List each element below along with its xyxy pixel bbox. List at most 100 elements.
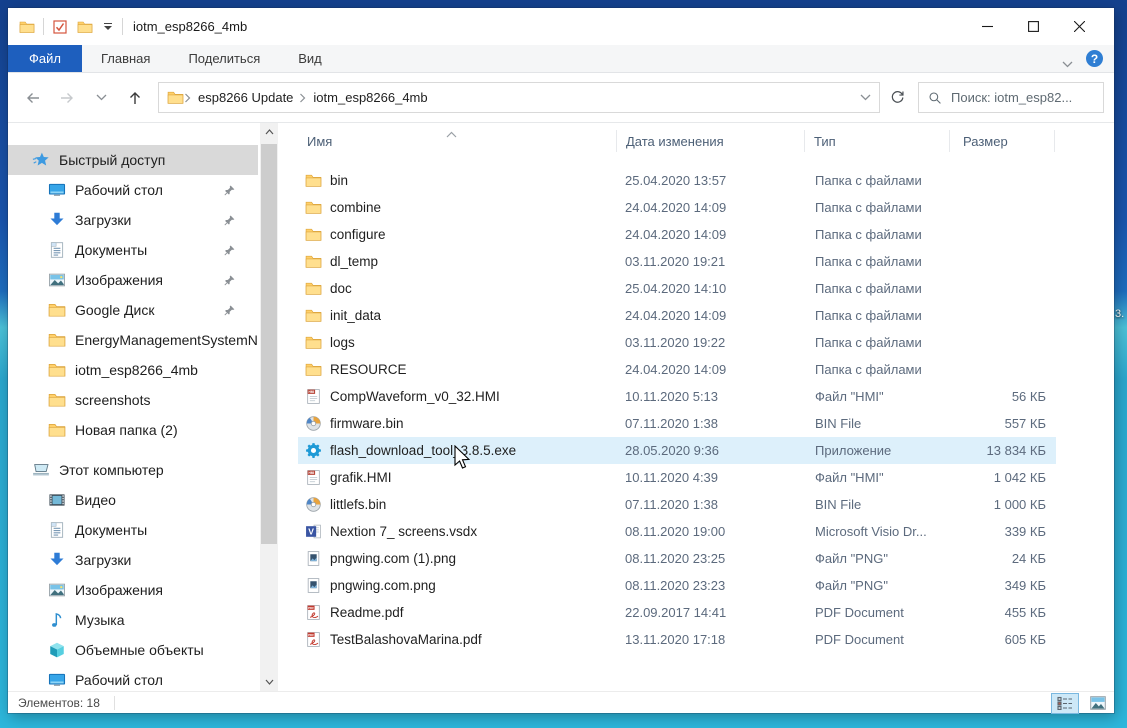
file-type: Файл "HMI" — [815, 389, 955, 404]
scrollbar-thumb[interactable] — [261, 144, 277, 544]
sidebar-item-label: Изображения — [75, 272, 163, 288]
scroll-down-icon[interactable] — [260, 673, 278, 691]
file-row[interactable]: pngwing.com.png08.11.2020 23:23Файл "PNG… — [298, 572, 1056, 599]
breadcrumb-item[interactable]: iotm_esp8266_4mb — [307, 90, 433, 105]
file-row[interactable]: logs03.11.2020 19:22Папка с файлами — [298, 329, 1056, 356]
sidebar-item[interactable]: Изображения — [8, 575, 258, 605]
pin-icon — [223, 304, 236, 317]
file-name: dl_temp — [330, 254, 378, 269]
file-row[interactable]: RESOURCE24.04.2020 14:09Папка с файлами — [298, 356, 1056, 383]
up-button[interactable] — [120, 83, 150, 113]
sidebar-item-label: Документы — [75, 522, 147, 538]
breadcrumb-item[interactable]: esp8266 Update — [192, 90, 299, 105]
sidebar-item-label: Новая папка (2) — [75, 422, 178, 438]
file-name: configure — [330, 227, 386, 242]
desktop-icon — [48, 181, 66, 199]
sidebar-item[interactable]: Рабочий стол — [8, 665, 258, 691]
sidebar-item[interactable]: Документы — [8, 515, 258, 545]
tab-share[interactable]: Поделиться — [169, 45, 279, 72]
sidebar-item[interactable]: Документы — [8, 235, 258, 265]
file-row[interactable]: PDFReadme.pdf22.09.2017 14:41PDF Documen… — [298, 599, 1056, 626]
sidebar-item[interactable]: Загрузки — [8, 205, 258, 235]
file-row[interactable]: littlefs.bin07.11.2020 1:38BIN File1 000… — [298, 491, 1056, 518]
minimize-button[interactable] — [964, 8, 1010, 45]
file-row[interactable]: HMICompWaveform_v0_32.HMI10.11.2020 5:13… — [298, 383, 1056, 410]
column-header-size[interactable]: Размер — [950, 130, 1055, 152]
tab-file[interactable]: Файл — [8, 45, 82, 72]
file-row[interactable]: init_data24.04.2020 14:09Папка с файлами — [298, 302, 1056, 329]
file-row[interactable]: PDFTestBalashovaMarina.pdf13.11.2020 17:… — [298, 626, 1056, 653]
sidebar-item[interactable]: Видео — [8, 485, 258, 515]
file-name: grafik.HMI — [330, 470, 392, 485]
column-header-date-modified[interactable]: Дата изменения — [617, 130, 805, 152]
file-row[interactable]: dl_temp03.11.2020 19:21Папка с файлами — [298, 248, 1056, 275]
details-view-button[interactable] — [1051, 693, 1079, 714]
cube-icon — [48, 641, 66, 659]
pictures-icon — [48, 271, 66, 289]
file-row[interactable]: doc25.04.2020 14:10Папка с файлами — [298, 275, 1056, 302]
file-date-modified: 08.11.2020 23:25 — [625, 551, 815, 566]
pdf-icon: PDF — [305, 604, 322, 621]
ribbon-collapse-icon[interactable] — [1062, 55, 1073, 62]
refresh-button[interactable] — [880, 82, 914, 113]
search-box[interactable] — [918, 82, 1104, 113]
sidebar-item[interactable]: Рабочий стол — [8, 175, 258, 205]
thumbnail-view-button[interactable] — [1084, 693, 1112, 714]
file-type: Папка с файлами — [815, 308, 955, 323]
address-dropdown-icon[interactable] — [853, 94, 877, 101]
tab-view[interactable]: Вид — [279, 45, 341, 72]
file-row[interactable]: HMIgrafik.HMI10.11.2020 4:39Файл "HMI"1 … — [298, 464, 1056, 491]
tab-home[interactable]: Главная — [82, 45, 169, 72]
checkbox-icon[interactable] — [51, 18, 69, 36]
address-bar[interactable]: esp8266 Update iotm_esp8266_4mb — [158, 82, 880, 113]
sidebar-item[interactable]: Загрузки — [8, 545, 258, 575]
sidebar-item[interactable]: Объемные объекты — [8, 635, 258, 665]
breadcrumb-chevron-icon[interactable] — [299, 93, 307, 103]
folder-icon — [305, 199, 322, 216]
file-row[interactable]: flash_download_tool_3.8.5.exe28.05.2020 … — [298, 437, 1056, 464]
breadcrumb: esp8266 Update iotm_esp8266_4mb — [184, 90, 434, 105]
file-size: 13 834 КБ — [955, 443, 1056, 458]
file-row[interactable]: configure24.04.2020 14:09Папка с файлами — [298, 221, 1056, 248]
forward-button[interactable] — [52, 83, 82, 113]
file-type: Папка с файлами — [815, 173, 955, 188]
sidebar-item[interactable]: Изображения — [8, 265, 258, 295]
file-type: PDF Document — [815, 605, 955, 620]
title-bar: iotm_esp8266_4mb — [8, 8, 1114, 45]
recent-locations-icon[interactable] — [86, 83, 116, 113]
file-row[interactable]: bin25.04.2020 13:57Папка с файлами — [298, 167, 1056, 194]
sidebar-scrollbar[interactable] — [260, 123, 278, 691]
file-type: Файл "PNG" — [815, 551, 955, 566]
search-input[interactable] — [951, 90, 1094, 105]
sidebar-item-label: Рабочий стол — [75, 182, 163, 198]
file-list-pane: ИмяДата измененияТипРазмер bin25.04.2020… — [278, 123, 1114, 691]
breadcrumb-chevron-icon[interactable] — [184, 93, 192, 103]
file-size: 1 000 КБ — [955, 497, 1056, 512]
file-row[interactable]: firmware.bin07.11.2020 1:38BIN File557 К… — [298, 410, 1056, 437]
sidebar-item[interactable]: Google Диск — [8, 295, 258, 325]
sidebar-item[interactable]: Музыка — [8, 605, 258, 635]
file-type: BIN File — [815, 497, 955, 512]
back-button[interactable] — [18, 83, 48, 113]
file-size: 1 042 КБ — [955, 470, 1056, 485]
file-row[interactable]: pngwing.com (1).png08.11.2020 23:25Файл … — [298, 545, 1056, 572]
folder-icon[interactable] — [76, 18, 94, 36]
qat-dropdown-icon[interactable] — [101, 23, 115, 30]
sidebar-item-label: Объемные объекты — [75, 642, 204, 658]
sidebar-item[interactable]: EnergyManagementSystemN — [8, 325, 258, 355]
sidebar-item[interactable]: Новая папка (2) — [8, 415, 258, 445]
close-button[interactable] — [1056, 8, 1102, 45]
file-row[interactable]: combine24.04.2020 14:09Папка с файлами — [298, 194, 1056, 221]
file-date-modified: 07.11.2020 1:38 — [625, 497, 815, 512]
items-count: Элементов: 18 — [18, 696, 100, 710]
scroll-up-icon[interactable] — [260, 123, 278, 141]
file-row[interactable]: VNextion 7_ screens.vsdx08.11.2020 19:00… — [298, 518, 1056, 545]
sidebar-item[interactable]: screenshots — [8, 385, 258, 415]
sidebar-item[interactable]: iotm_esp8266_4mb — [8, 355, 258, 385]
column-header-type[interactable]: Тип — [805, 130, 950, 152]
explorer-window: iotm_esp8266_4mb ФайлГлавнаяПоделитьсяВи… — [8, 8, 1114, 713]
sidebar-section-this-pc[interactable]: Этот компьютер — [8, 455, 258, 485]
help-button[interactable]: ? — [1086, 50, 1103, 67]
maximize-button[interactable] — [1010, 8, 1056, 45]
sidebar-section-quick-access[interactable]: Быстрый доступ — [8, 145, 258, 175]
